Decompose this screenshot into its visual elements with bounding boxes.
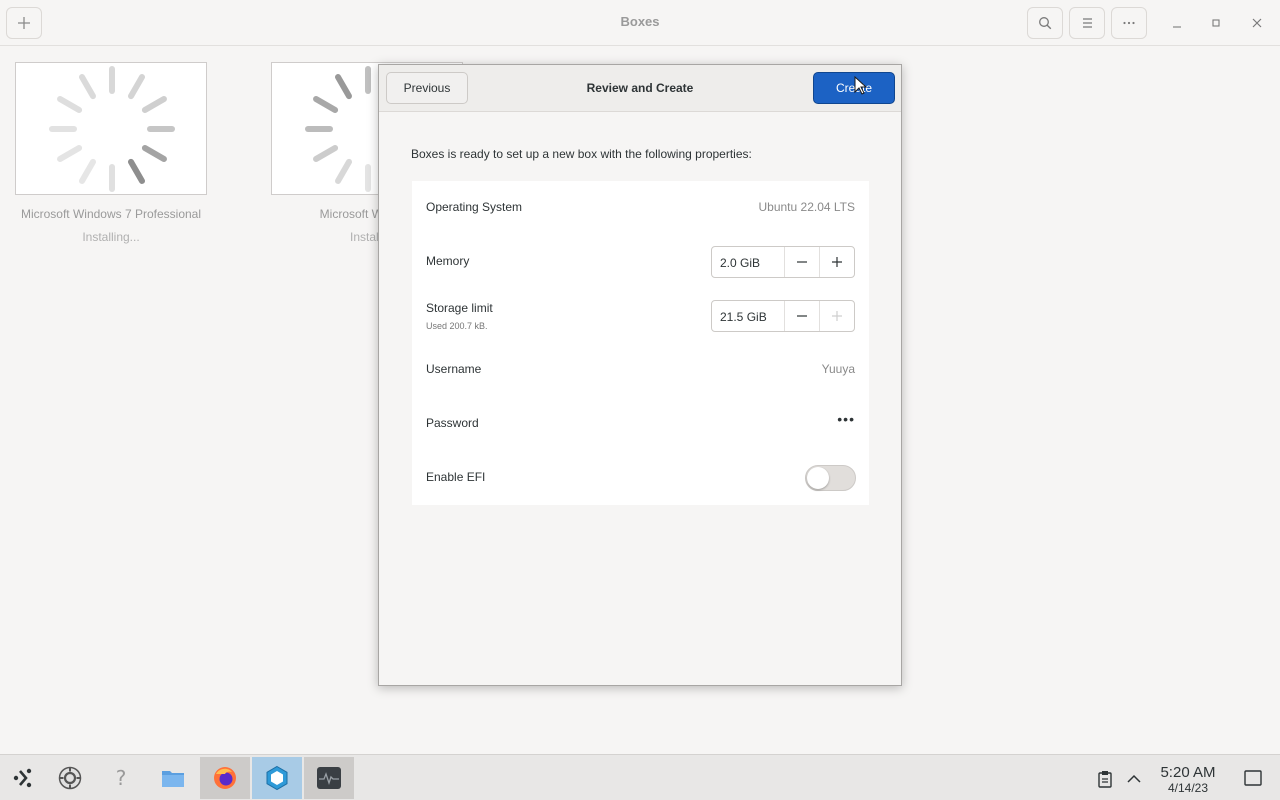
files-app[interactable] — [148, 757, 198, 799]
plus-icon — [832, 257, 843, 267]
box-thumbnail — [15, 62, 207, 195]
menu-button[interactable] — [1111, 7, 1147, 39]
minimize-icon — [1173, 26, 1181, 28]
efi-toggle[interactable] — [805, 465, 856, 491]
taskbar: ? 5:20 AM 4/14/23 — [0, 754, 1280, 800]
efi-label: Enable EFI — [426, 470, 486, 484]
minimize-button[interactable] — [1168, 14, 1186, 32]
memory-decrease-button[interactable] — [785, 247, 820, 277]
plus-icon — [832, 311, 843, 321]
app-launcher-button[interactable] — [0, 757, 50, 799]
password-label: Password — [426, 416, 479, 430]
storage-label: Storage limit — [426, 301, 493, 315]
storage-increase-button[interactable] — [819, 301, 854, 331]
storage-input[interactable]: 21.5 GiB — [712, 301, 785, 331]
storage-spinbutton: 21.5 GiB — [711, 300, 855, 332]
storage-row: Storage limit Used 200.7 kB. 21.5 GiB — [412, 289, 869, 343]
help-app[interactable]: ? — [96, 757, 146, 799]
clipboard-icon — [1098, 771, 1112, 788]
maximize-button[interactable] — [1207, 14, 1225, 32]
dialog-header: Previous Review and Create Create — [379, 65, 901, 112]
minus-icon — [796, 261, 807, 263]
search-icon — [1039, 17, 1052, 30]
show-desktop-button[interactable] — [1244, 769, 1262, 792]
desktop-icon — [1244, 770, 1262, 786]
list-view-button[interactable] — [1069, 7, 1105, 39]
help-icon: ? — [116, 766, 127, 790]
settings-icon — [58, 766, 82, 790]
intro-text: Boxes is ready to set up a new box with … — [411, 147, 752, 161]
loading-spinner-icon — [49, 66, 175, 192]
storage-decrease-button[interactable] — [785, 301, 820, 331]
toggle-knob — [807, 467, 829, 489]
system-monitor-app[interactable] — [304, 757, 354, 799]
storage-used-text: Used 200.7 kB. — [426, 321, 488, 331]
more-icon — [1123, 21, 1135, 25]
username-value[interactable]: Yuuya — [822, 362, 855, 376]
search-button[interactable] — [1027, 7, 1063, 39]
clock-time: 5:20 AM — [1160, 764, 1216, 781]
firefox-app[interactable] — [200, 757, 250, 799]
os-label: Operating System — [426, 200, 523, 214]
memory-input[interactable]: 2.0 GiB — [712, 247, 785, 277]
minus-icon — [796, 315, 807, 317]
clock-date: 4/14/23 — [1167, 781, 1209, 795]
settings-app[interactable] — [45, 757, 95, 799]
efi-row: Enable EFI — [412, 451, 869, 505]
memory-row: Memory 2.0 GiB — [412, 235, 869, 289]
system-monitor-icon — [317, 767, 341, 789]
svg-text:?: ? — [116, 766, 127, 790]
box-status: Installing... — [82, 230, 140, 244]
review-create-dialog: Previous Review and Create Create Boxes … — [378, 64, 902, 686]
boxes-icon — [266, 765, 288, 791]
tray-expand-button[interactable] — [1126, 772, 1142, 790]
mouse-cursor-icon — [854, 76, 868, 95]
username-row[interactable]: Username Yuuya — [412, 343, 869, 397]
boxes-app[interactable] — [252, 757, 302, 799]
password-value[interactable]: ••• — [837, 411, 855, 427]
firefox-icon — [214, 767, 236, 789]
password-row[interactable]: Password ••• — [412, 397, 869, 451]
maximize-icon — [1212, 19, 1220, 27]
main-headerbar: Boxes — [0, 0, 1280, 46]
username-label: Username — [426, 362, 482, 376]
close-icon — [1252, 18, 1262, 28]
folder-icon — [162, 771, 184, 787]
box-name: Microsoft Windows 7 Professional — [20, 207, 202, 221]
properties-list: Operating System Ubuntu 22.04 LTS Memory… — [412, 181, 869, 505]
clock[interactable]: 5:20 AM 4/14/23 — [1152, 764, 1224, 796]
list-icon — [1083, 18, 1092, 28]
box-item[interactable]: Microsoft Windows 7 Professional Install… — [15, 62, 207, 244]
os-value: Ubuntu 22.04 LTS — [758, 200, 855, 214]
memory-increase-button[interactable] — [819, 247, 854, 277]
chevron-up-icon — [1127, 774, 1141, 783]
close-button[interactable] — [1248, 14, 1266, 32]
clipboard-tray[interactable] — [1097, 770, 1113, 793]
launcher-icon — [13, 768, 32, 788]
memory-label: Memory — [426, 254, 470, 268]
os-row: Operating System Ubuntu 22.04 LTS — [412, 181, 869, 235]
memory-spinbutton: 2.0 GiB — [711, 246, 855, 278]
